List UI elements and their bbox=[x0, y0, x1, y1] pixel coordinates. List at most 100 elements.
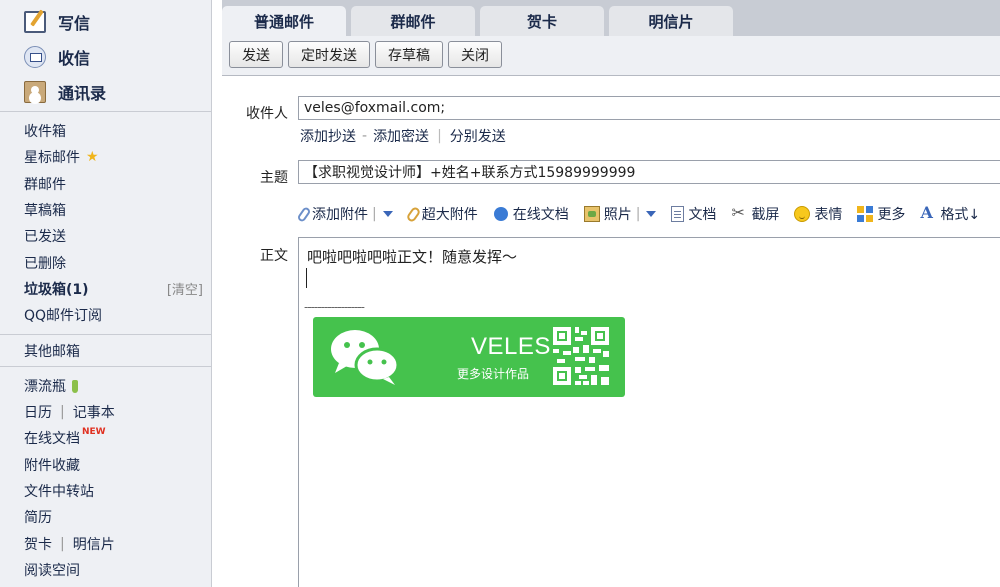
sidebar-item-file-transfer[interactable]: 文件中转站 bbox=[0, 478, 211, 504]
more-button[interactable]: 更多 bbox=[857, 204, 905, 224]
format-label: 格式↓ bbox=[940, 207, 981, 223]
separator: | bbox=[437, 128, 442, 144]
emoji-button[interactable]: 表情 bbox=[794, 204, 842, 224]
apps-group: 漂流瓶 日历 | 记事本 在线文档 NEW 附件收藏 文件中转站 简历 贺卡 |… bbox=[0, 367, 211, 583]
sidebar-item-resume[interactable]: 简历 bbox=[0, 504, 211, 530]
send-button[interactable]: 发送 bbox=[229, 41, 283, 68]
write-mail-label: 写信 bbox=[58, 13, 91, 33]
large-attachment-label: 超大附件 bbox=[421, 207, 478, 223]
sidebar-item-other-mailbox[interactable]: 其他邮箱 bbox=[0, 337, 211, 363]
write-icon bbox=[24, 10, 46, 33]
screenshot-button[interactable]: 截屏 bbox=[731, 203, 779, 224]
compose-tabs: 普通邮件 群邮件 贺卡 明信片 bbox=[222, 6, 738, 36]
recipient-options: 添加抄送 - 添加密送 | 分别发送 bbox=[300, 126, 506, 146]
photo-icon bbox=[583, 206, 600, 222]
notes-link[interactable]: 记事本 bbox=[73, 402, 115, 422]
separator: - bbox=[362, 128, 368, 144]
tab-postcard[interactable]: 明信片 bbox=[609, 6, 733, 36]
body-text: 吧啦吧啦吧啦正文！随意发挥～ bbox=[307, 248, 518, 266]
sidebar-item-reading-space[interactable]: 阅读空间 bbox=[0, 557, 211, 583]
font-format-icon bbox=[920, 203, 936, 222]
document-label: 文档 bbox=[688, 207, 717, 223]
tab-group-mail[interactable]: 群邮件 bbox=[351, 6, 475, 36]
sidebar-item-attachment-fav[interactable]: 附件收藏 bbox=[0, 452, 211, 478]
sidebar-item-qq-subscribe[interactable]: QQ邮件订阅 bbox=[0, 302, 211, 328]
compose-form: 收件人 veles@foxmail.com; 添加抄送 - 添加密送 | 分别发… bbox=[222, 77, 1000, 587]
inbox-icon bbox=[24, 45, 46, 68]
large-attachment-button[interactable]: 超大附件 bbox=[405, 204, 478, 224]
photo-button[interactable]: 照片 | bbox=[583, 204, 657, 224]
sidebar-item-trash[interactable]: 垃圾箱(1) [清空] bbox=[0, 276, 211, 302]
sidebar-item-online-docs[interactable]: 在线文档 NEW bbox=[0, 425, 211, 451]
receive-mail-label: 收信 bbox=[58, 48, 91, 68]
receive-mail-button[interactable]: 收信 bbox=[0, 39, 211, 74]
document-icon bbox=[671, 206, 685, 222]
separate-send-link[interactable]: 分别发送 bbox=[450, 126, 506, 146]
compose-area: 普通邮件 群邮件 贺卡 明信片 发送 定时发送 存草稿 关闭 收件人 veles… bbox=[222, 0, 1000, 587]
bottle-icon bbox=[72, 380, 78, 394]
online-doc-icon bbox=[493, 206, 509, 222]
tab-normal-mail[interactable]: 普通邮件 bbox=[222, 6, 346, 36]
chevron-down-icon[interactable] bbox=[646, 211, 657, 217]
separator: | bbox=[635, 206, 641, 222]
to-label: 收件人 bbox=[246, 106, 288, 122]
sidebar-top-actions: 写信 收信 通讯录 bbox=[0, 0, 211, 112]
star-icon: ★ bbox=[86, 149, 99, 166]
sidebar-item-trash-label: 垃圾箱(1) bbox=[24, 281, 89, 298]
postcard-link[interactable]: 明信片 bbox=[73, 534, 115, 554]
contacts-button[interactable]: 通讯录 bbox=[0, 74, 211, 109]
document-button[interactable]: 文档 bbox=[671, 204, 716, 224]
subject-field[interactable]: 【求职视觉设计师】+姓名+联系方式15989999999 bbox=[298, 160, 1000, 184]
close-button[interactable]: 关闭 bbox=[448, 41, 502, 68]
contacts-label: 通讯录 bbox=[58, 83, 107, 103]
sidebar-item-inbox[interactable]: 收件箱 bbox=[0, 118, 211, 144]
sidebar-item-calendar-notes: 日历 | 记事本 bbox=[0, 399, 211, 425]
sidebar-item-starred[interactable]: 星标邮件 ★ bbox=[0, 144, 211, 170]
chevron-down-icon[interactable] bbox=[382, 211, 393, 217]
signature-subtitle: 更多设计作品 bbox=[457, 367, 530, 381]
folder-list: 收件箱 星标邮件 ★ 群邮件 草稿箱 已发送 已删除 垃圾箱(1) [清空] Q… bbox=[0, 112, 211, 336]
online-doc-label: 在线文档 bbox=[512, 207, 569, 223]
signature-card[interactable]: VELES 更多设计作品 bbox=[313, 317, 625, 397]
scissors-icon bbox=[731, 203, 747, 222]
add-cc-link[interactable]: 添加抄送 bbox=[300, 126, 356, 146]
sidebar-item-card-postcard: 贺卡 | 明信片 bbox=[0, 530, 211, 556]
sidebar-item-group-mail[interactable]: 群邮件 bbox=[0, 171, 211, 197]
add-attachment-button[interactable]: 添加附件 | bbox=[296, 204, 393, 224]
other-mailbox-group: 其他邮箱 bbox=[0, 335, 211, 367]
body-editor[interactable]: 吧啦吧啦吧啦正文！随意发挥～ ------------------ VELES … bbox=[298, 237, 1000, 587]
emoji-label: 表情 bbox=[814, 207, 843, 223]
sidebar-item-drafts[interactable]: 草稿箱 bbox=[0, 197, 211, 223]
greeting-card-link[interactable]: 贺卡 bbox=[24, 534, 52, 554]
format-button[interactable]: 格式↓ bbox=[920, 203, 981, 224]
sidebar-item-sent[interactable]: 已发送 bbox=[0, 223, 211, 249]
add-attachment-label: 添加附件 bbox=[312, 207, 368, 223]
calendar-link[interactable]: 日历 bbox=[24, 402, 52, 422]
sidebar: 写信 收信 通讯录 收件箱 星标邮件 ★ 群邮件 草稿箱 已发送 已删除 垃圾箱… bbox=[0, 0, 212, 587]
contacts-icon bbox=[24, 80, 46, 103]
grid-icon bbox=[857, 206, 873, 222]
wechat-icon bbox=[331, 330, 400, 385]
to-field[interactable]: veles@foxmail.com; bbox=[298, 96, 1000, 120]
online-doc-button[interactable]: 在线文档 bbox=[493, 204, 569, 224]
text-cursor bbox=[306, 268, 307, 288]
sidebar-item-drift-bottle[interactable]: 漂流瓶 bbox=[0, 373, 211, 399]
write-mail-button[interactable]: 写信 bbox=[0, 4, 211, 39]
save-draft-button[interactable]: 存草稿 bbox=[375, 41, 443, 68]
add-bcc-link[interactable]: 添加密送 bbox=[373, 126, 429, 146]
new-badge: NEW bbox=[82, 427, 106, 438]
tabs-bar: 普通邮件 群邮件 贺卡 明信片 发送 定时发送 存草稿 关闭 bbox=[222, 0, 1000, 76]
scheduled-send-button[interactable]: 定时发送 bbox=[288, 41, 370, 68]
clear-trash-link[interactable]: [清空] bbox=[167, 279, 203, 298]
online-docs-label: 在线文档 bbox=[24, 431, 80, 448]
signature-divider: ------------------ bbox=[304, 300, 365, 314]
sidebar-item-deleted[interactable]: 已删除 bbox=[0, 249, 211, 275]
tab-greeting-card[interactable]: 贺卡 bbox=[480, 6, 604, 36]
subject-value: 【求职视觉设计师】+姓名+联系方式15989999999 bbox=[304, 165, 636, 181]
to-value: veles@foxmail.com; bbox=[304, 100, 446, 116]
editor-toolbar: 添加附件 | 超大附件 在线文档 照片 | 文档 ✂ 截屏 表情 更多 A 格式… bbox=[296, 203, 995, 225]
large-paperclip-icon bbox=[405, 205, 422, 223]
signature-name: VELES bbox=[471, 333, 551, 360]
compose-toolbar: 发送 定时发送 存草稿 关闭 bbox=[222, 36, 1000, 76]
smiley-icon bbox=[794, 206, 811, 222]
